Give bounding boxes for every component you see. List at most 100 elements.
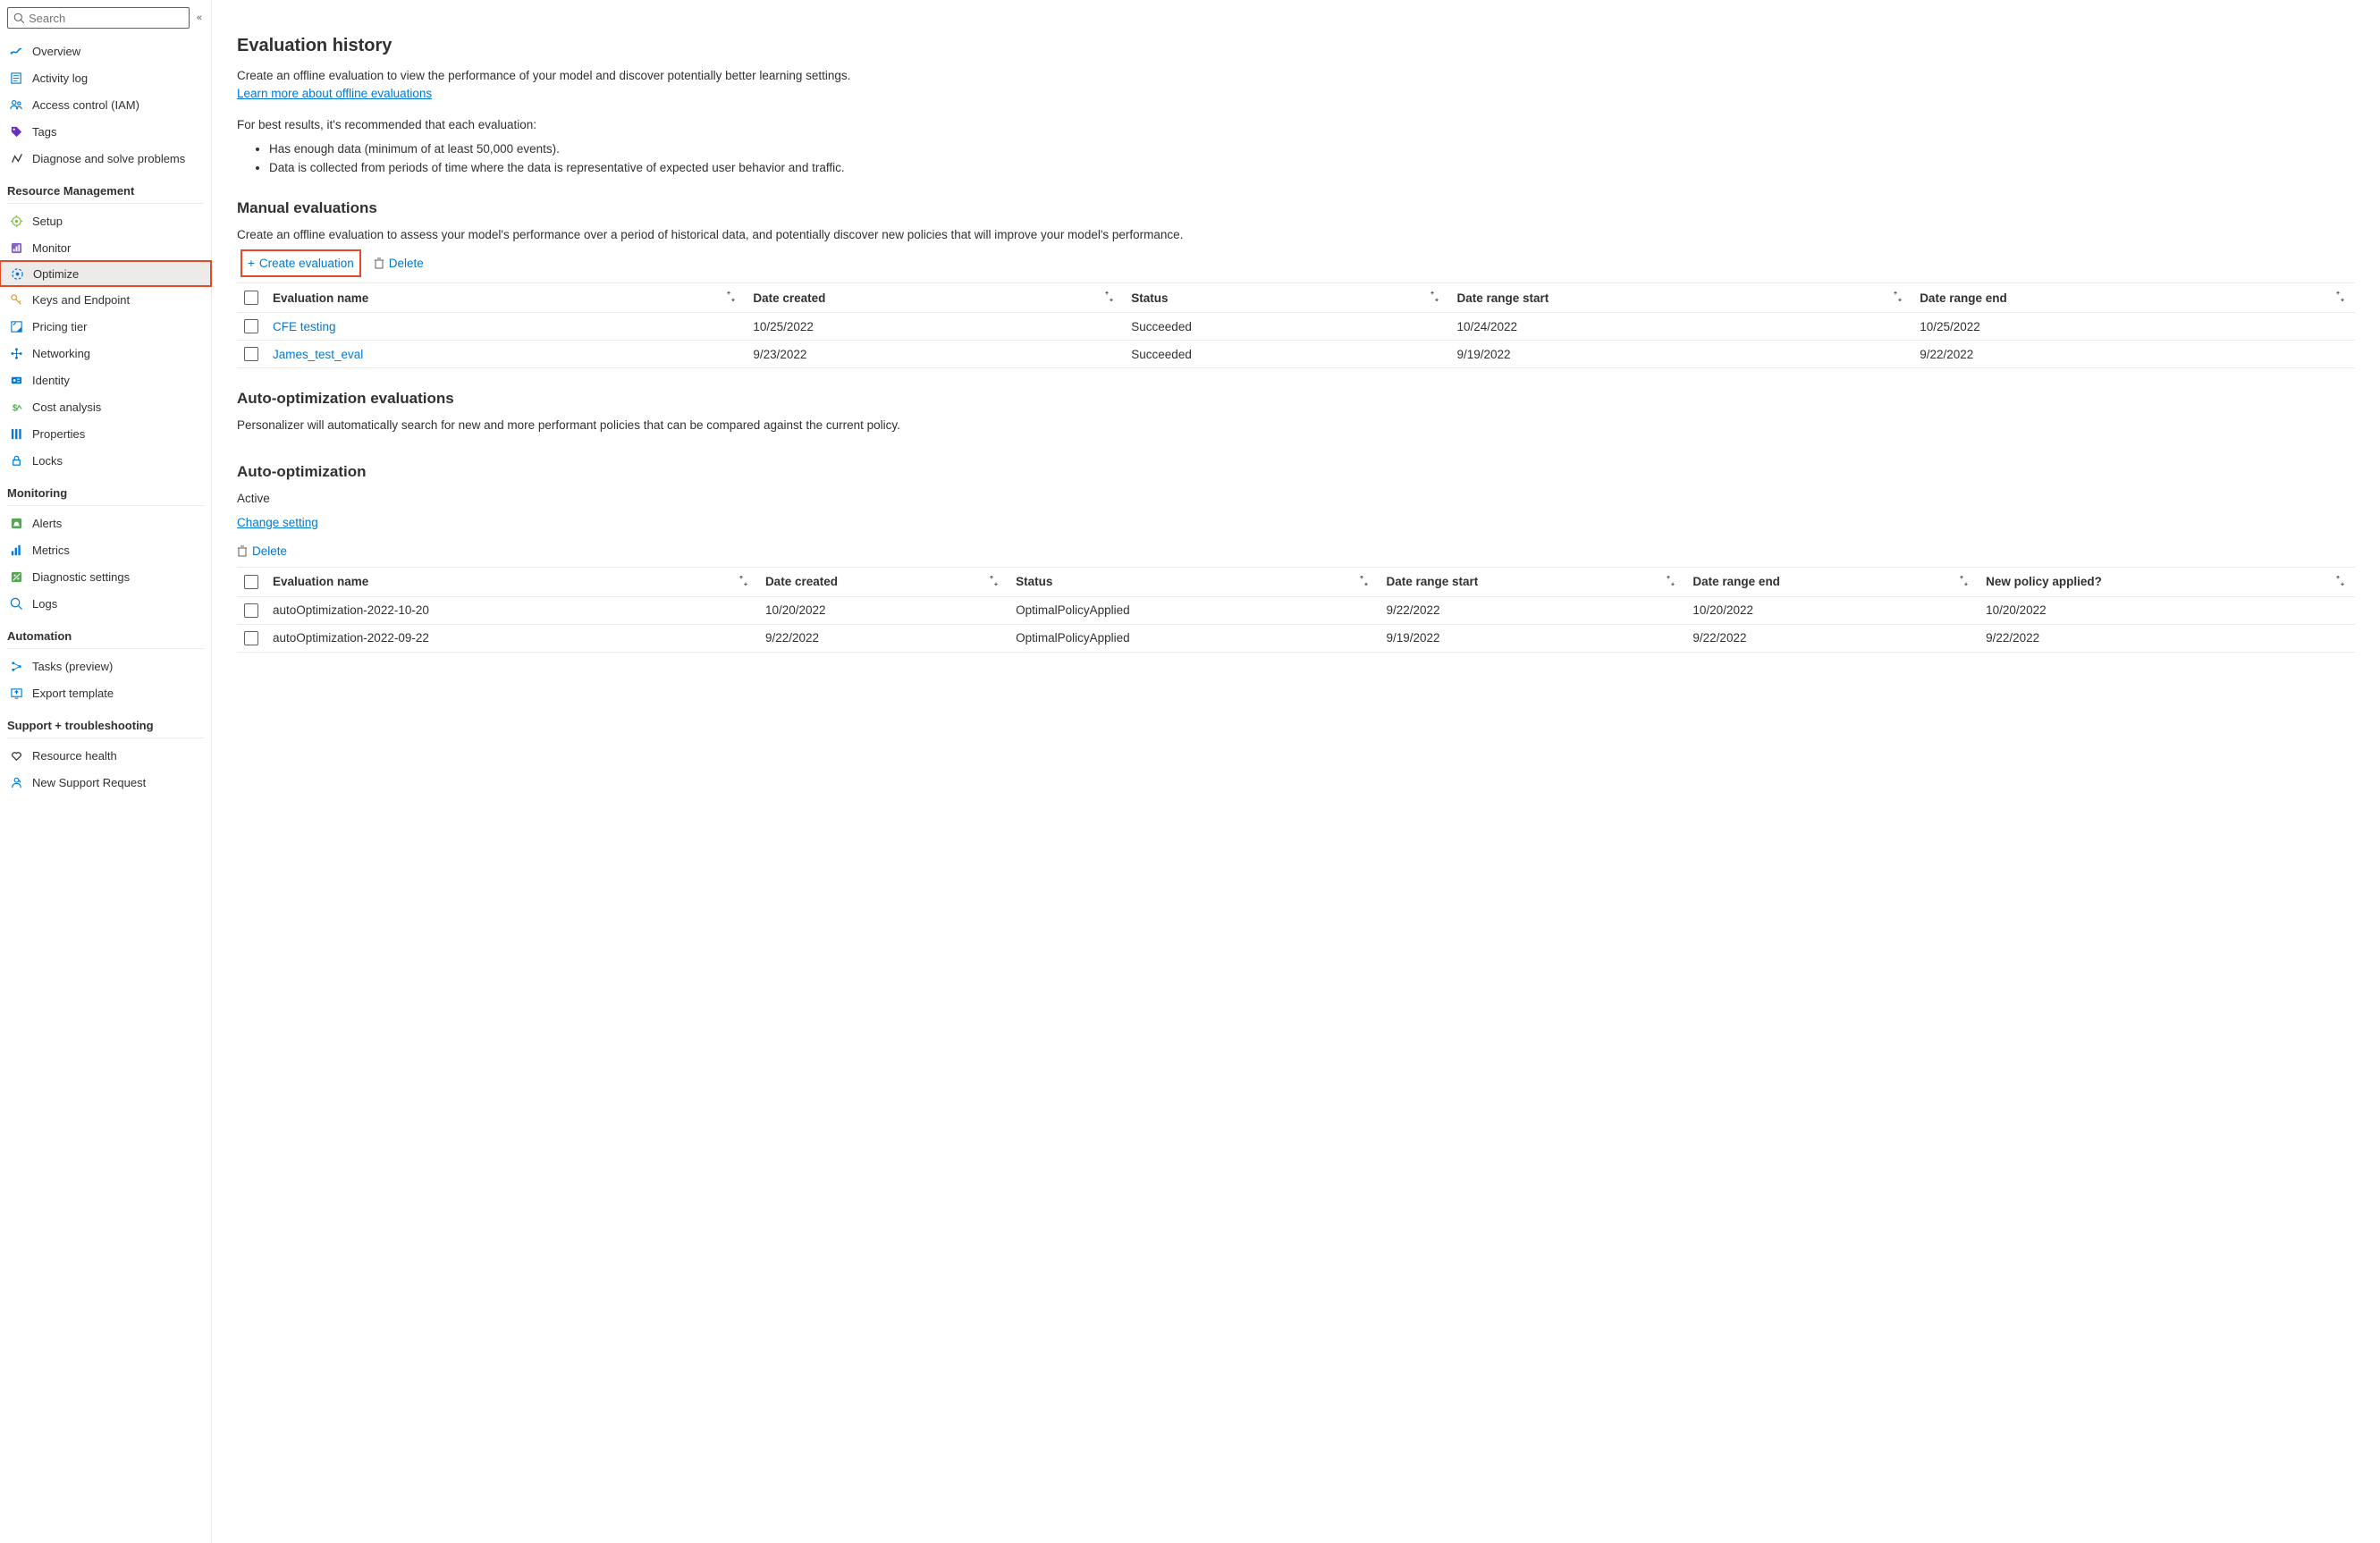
- main-content: Evaluation history Create an offline eva…: [212, 0, 2380, 1543]
- manual-evaluations-table: Evaluation nameDate createdStatusDate ra…: [237, 282, 2355, 368]
- sidebar-item-label: Pricing tier: [32, 320, 87, 333]
- sidebar-item-label: Access control (IAM): [32, 98, 139, 112]
- sort-icon: [1959, 575, 1970, 588]
- sidebar-item-label: Keys and Endpoint: [32, 293, 130, 307]
- access-control-icon: [9, 97, 23, 112]
- export-icon: [9, 686, 23, 700]
- column-header[interactable]: Date created: [746, 283, 1124, 313]
- change-setting-link[interactable]: Change setting: [237, 516, 318, 529]
- diagnose-icon: [9, 151, 23, 165]
- sidebar-section-header: Support + troubleshooting: [0, 706, 211, 734]
- sidebar-item-setup[interactable]: Setup: [0, 207, 211, 234]
- select-all-checkbox[interactable]: [244, 575, 258, 589]
- sidebar-item-metrics[interactable]: Metrics: [0, 536, 211, 563]
- sidebar-item-label: Monitor: [32, 241, 71, 255]
- sidebar: « OverviewActivity log Access control (IA…: [0, 0, 212, 1543]
- sort-icon: [726, 291, 737, 305]
- keys-icon: [9, 292, 23, 307]
- auto-optimization-desc: Personalizer will automatically search f…: [237, 417, 2355, 434]
- sidebar-item-label: Diagnose and solve problems: [32, 152, 185, 165]
- manual-evaluations-desc: Create an offline evaluation to assess y…: [237, 226, 2355, 244]
- locks-icon: [9, 453, 23, 468]
- sidebar-item-overview[interactable]: Overview: [0, 38, 211, 64]
- column-header[interactable]: Evaluation name: [266, 567, 758, 596]
- sidebar-item-label: New Support Request: [32, 776, 146, 789]
- sidebar-item-label: Logs: [32, 597, 57, 611]
- tags-icon: [9, 124, 23, 139]
- properties-icon: [9, 426, 23, 441]
- learn-more-link[interactable]: Learn more about offline evaluations: [237, 87, 432, 100]
- sidebar-item-tags[interactable]: Tags: [0, 118, 211, 145]
- plus-icon: +: [248, 257, 255, 270]
- tasks-icon: [9, 659, 23, 673]
- sidebar-item-logs[interactable]: Logs: [0, 590, 211, 617]
- health-icon: [9, 748, 23, 763]
- auto-optimization-heading: Auto-optimization: [237, 463, 2355, 481]
- auto-optimization-evaluations-heading: Auto-optimization evaluations: [237, 390, 2355, 408]
- sidebar-item-locks[interactable]: Locks: [0, 447, 211, 474]
- delete-button[interactable]: Delete: [374, 257, 424, 270]
- search-icon: [13, 13, 25, 24]
- auto-delete-button[interactable]: Delete: [237, 544, 287, 558]
- sidebar-item-access-control-iam-[interactable]: Access control (IAM): [0, 91, 211, 118]
- row-checkbox[interactable]: [244, 631, 258, 645]
- sidebar-item-export-template[interactable]: Export template: [0, 679, 211, 706]
- sidebar-item-keys-and-endpoint[interactable]: Keys and Endpoint: [0, 286, 211, 313]
- sidebar-item-diagnostic-settings[interactable]: Diagnostic settings: [0, 563, 211, 590]
- logs-icon: [9, 596, 23, 611]
- column-header[interactable]: Date created: [758, 567, 1009, 596]
- column-header[interactable]: Date range start: [1449, 283, 1912, 313]
- collapse-sidebar-button[interactable]: «: [195, 11, 204, 25]
- sidebar-section-header: Resource Management: [0, 172, 211, 199]
- sort-icon: [2335, 575, 2346, 588]
- evaluation-link[interactable]: James_test_eval: [273, 348, 363, 361]
- manual-evaluations-heading: Manual evaluations: [237, 199, 2355, 217]
- sidebar-section-header: Automation: [0, 617, 211, 645]
- sidebar-item-label: Tags: [32, 125, 56, 139]
- sidebar-item-new-support-request[interactable]: New Support Request: [0, 769, 211, 796]
- column-header[interactable]: Date range end: [1912, 283, 2355, 313]
- sidebar-item-label: Cost analysis: [32, 401, 101, 414]
- select-all-checkbox[interactable]: [244, 291, 258, 305]
- sidebar-item-monitor[interactable]: Monitor: [0, 234, 211, 261]
- row-checkbox[interactable]: [244, 347, 258, 361]
- sidebar-item-label: Setup: [32, 215, 63, 228]
- sidebar-item-alerts[interactable]: Alerts: [0, 510, 211, 536]
- sidebar-item-label: Properties: [32, 427, 85, 441]
- create-evaluation-button[interactable]: + Create evaluation: [241, 249, 361, 277]
- column-header[interactable]: Evaluation name: [266, 283, 746, 313]
- alerts-icon: [9, 516, 23, 530]
- sidebar-item-activity-log[interactable]: Activity log: [0, 64, 211, 91]
- sort-icon: [1893, 291, 1903, 305]
- sidebar-item-properties[interactable]: Properties: [0, 420, 211, 447]
- activity-log-icon: [9, 71, 23, 85]
- sidebar-item-optimize[interactable]: Optimize: [0, 260, 212, 287]
- sidebar-item-pricing-tier[interactable]: Pricing tier: [0, 313, 211, 340]
- sidebar-item-label: Tasks (preview): [32, 660, 113, 673]
- evaluation-link[interactable]: CFE testing: [273, 320, 336, 333]
- manual-toolbar: + Create evaluation Delete: [237, 249, 2355, 281]
- table-row: autoOptimization-2022-10-20 10/20/2022 O…: [237, 596, 2355, 624]
- column-header[interactable]: New policy applied?: [1979, 567, 2355, 596]
- column-header[interactable]: Date range end: [1685, 567, 1979, 596]
- search-input[interactable]: [25, 12, 183, 25]
- sort-icon: [738, 575, 749, 588]
- column-header[interactable]: Status: [1009, 567, 1379, 596]
- sidebar-item-identity[interactable]: Identity: [0, 367, 211, 393]
- sidebar-section-header: Monitoring: [0, 474, 211, 502]
- sidebar-item-resource-health[interactable]: Resource health: [0, 742, 211, 769]
- trash-icon: [374, 257, 384, 269]
- row-checkbox[interactable]: [244, 319, 258, 333]
- row-checkbox[interactable]: [244, 603, 258, 618]
- metrics-icon: [9, 543, 23, 557]
- column-header[interactable]: Date range start: [1379, 567, 1685, 596]
- sidebar-item-tasks-preview-[interactable]: Tasks (preview): [0, 653, 211, 679]
- sort-icon: [1430, 291, 1440, 305]
- column-header[interactable]: Status: [1124, 283, 1449, 313]
- sidebar-item-networking[interactable]: Networking: [0, 340, 211, 367]
- sidebar-item-cost-analysis[interactable]: $Cost analysis: [0, 393, 211, 420]
- sidebar-item-label: Networking: [32, 347, 90, 360]
- auto-evaluations-table: Evaluation nameDate createdStatusDate ra…: [237, 567, 2355, 653]
- search-box[interactable]: [7, 7, 190, 29]
- sidebar-item-diagnose-and-solve-problems[interactable]: Diagnose and solve problems: [0, 145, 211, 172]
